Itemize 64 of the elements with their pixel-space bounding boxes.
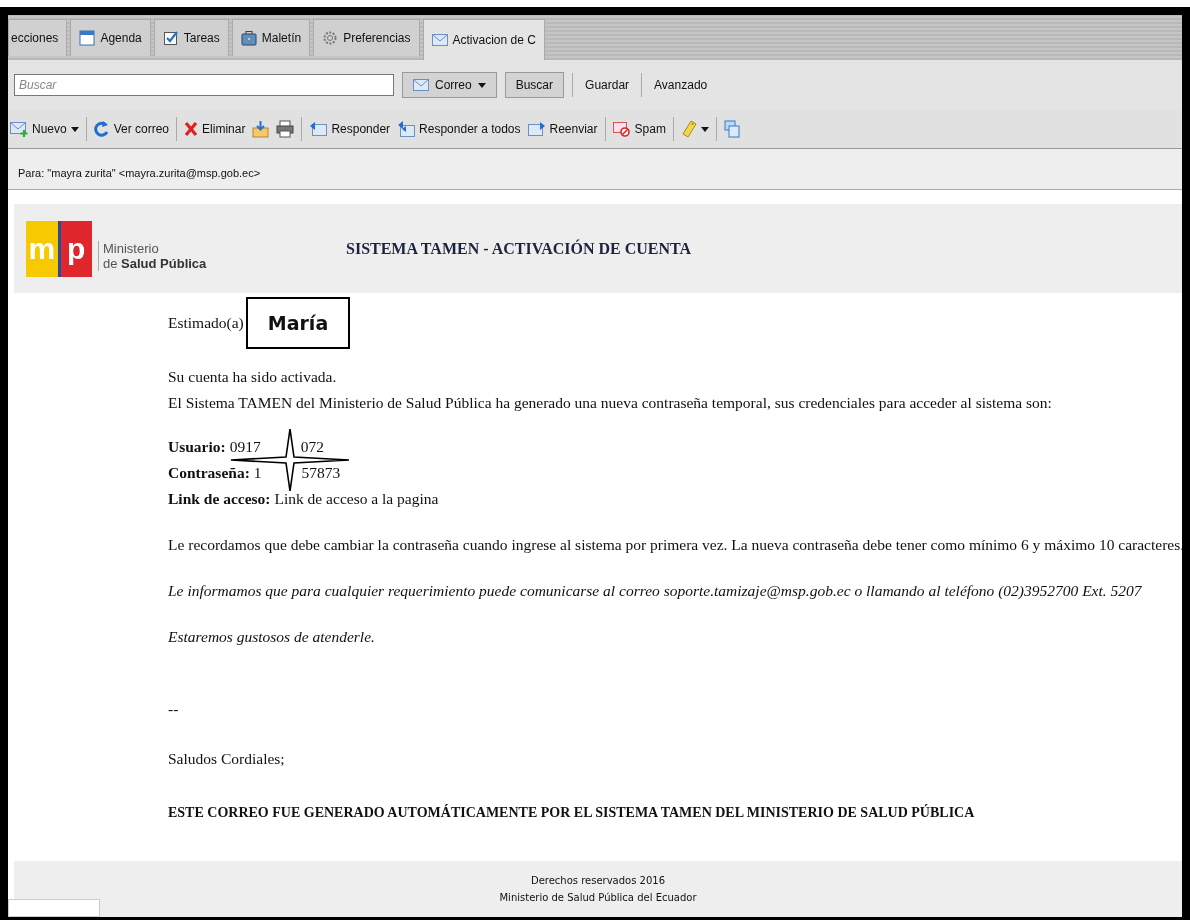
credential-value: 57873 xyxy=(301,463,341,483)
search-link[interactable]: Avanzado xyxy=(650,78,712,92)
signature-separator: -- xyxy=(168,699,180,719)
credential-value: Link de acceso a la pagina xyxy=(274,489,439,509)
caret-icon xyxy=(700,126,709,132)
envelope-icon xyxy=(431,33,448,47)
reply-icon xyxy=(309,121,328,137)
credential-value: 1 xyxy=(253,463,262,483)
tag-icon xyxy=(680,120,697,138)
greeting-text: Estimado(a) xyxy=(168,314,244,332)
body-paragraph: Estaremos gustosos de atenderle. xyxy=(168,627,376,647)
toolbar-button[interactable] xyxy=(680,120,709,138)
printer-icon xyxy=(276,120,295,138)
credential-label: Contraseña: xyxy=(168,463,250,483)
recipient-line: Para: "mayra zurita" <mayra.zurita@msp.gob.ec> xyxy=(18,167,261,179)
archive-box-icon xyxy=(252,120,270,138)
body-text: El Sistema TAMEN del Ministerio de Salud Pública ha generado una nueva contraseña temporal, sus credenciales para acceder al sistema son: xyxy=(168,393,1053,413)
caret-icon xyxy=(70,126,79,132)
toolbar-button[interactable] xyxy=(276,120,295,138)
credential-label: Usuario: xyxy=(168,437,226,457)
app-tab[interactable]: ecciones xyxy=(8,19,68,56)
delete-icon xyxy=(184,121,199,137)
footer-text: Derechos reservados 2016 xyxy=(530,875,666,886)
spam-icon xyxy=(612,121,631,137)
app-tab[interactable]: Activacion de C xyxy=(422,19,545,60)
caret-icon xyxy=(477,82,486,88)
toolbar-button[interactable]: Responder xyxy=(309,121,391,137)
credential-value: 072 xyxy=(300,437,324,457)
search-button[interactable]: Buscar xyxy=(504,72,565,98)
body-text: Su cuenta ha sido activada. xyxy=(168,367,338,387)
search-field[interactable]: Buscar xyxy=(14,74,394,96)
closing-text: Saludos Cordiales; xyxy=(168,749,286,769)
toolbar-button[interactable]: Eliminar xyxy=(184,121,246,137)
name-label: María xyxy=(245,297,351,349)
app-tab[interactable]: Tareas xyxy=(153,19,229,56)
windows-icon xyxy=(723,120,740,138)
reply-all-icon xyxy=(397,120,416,138)
logo-emblem: m p xyxy=(26,220,92,277)
logo-text: de Salud Pública xyxy=(103,255,207,271)
settings-icon xyxy=(322,30,339,46)
calendar-icon xyxy=(79,30,96,46)
toolbar-button[interactable]: Responder a todos xyxy=(397,120,521,138)
toolbar-button[interactable]: Spam xyxy=(612,121,666,137)
refresh-icon xyxy=(93,120,110,138)
logo-text: Ministerio xyxy=(103,240,160,256)
app-tab[interactable]: Agenda xyxy=(70,19,151,56)
briefcase-icon xyxy=(240,30,257,46)
toolbar-button[interactable]: Ver correo xyxy=(93,120,170,138)
toolbar-button[interactable]: Reenviar xyxy=(527,121,598,137)
email-title: SISTEMA TAMEN - ACTIVACIÓN DE CUENTA xyxy=(346,239,692,258)
auto-notice: ESTE CORREO FUE GENERADO AUTOMÁTICAMENTE POR EL SISTEMA TAMEN DEL MINISTERIO DE SALUD PÚBLICA xyxy=(168,803,976,822)
checkbox-icon xyxy=(162,30,179,46)
toolbar-button[interactable]: Nuevo xyxy=(10,121,79,137)
credential-label: Link de acceso: xyxy=(168,489,271,509)
app-tab[interactable]: Maletín xyxy=(231,19,311,56)
forward-icon xyxy=(527,121,546,137)
search-link[interactable]: Guardar xyxy=(581,78,634,92)
mail-scope-dropdown[interactable]: Correo xyxy=(402,72,497,98)
footer-text: Ministerio de Salud Pública del Ecuador xyxy=(499,892,697,903)
envelope-icon xyxy=(413,78,429,92)
app-tab[interactable]: Preferencias xyxy=(313,19,420,56)
envelope-plus-icon xyxy=(10,121,28,137)
body-paragraph: Le informamos que para cualquier requerimiento puede comunicarse al correo soporte.tamizaje@msp.gob.ec o llamando al teléfono (02)3952700 Ext. 5207 xyxy=(168,581,1143,601)
credential-value: 0917 xyxy=(229,437,261,457)
